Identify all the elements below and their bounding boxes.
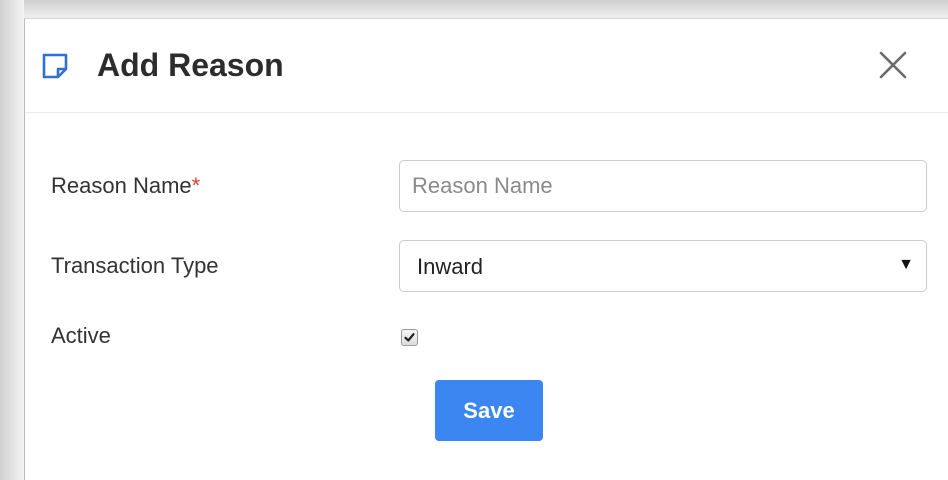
add-reason-modal: Add Reason Reason Name* Transaction Type… [24, 18, 948, 480]
modal-title: Add Reason [97, 47, 284, 83]
caret-down-icon: ▼ [898, 256, 914, 273]
transaction-type-label: Transaction Type [51, 253, 219, 278]
note-icon [41, 52, 71, 80]
modal-header: Add Reason [25, 19, 948, 113]
checkmark-icon [404, 333, 415, 342]
active-label: Active [51, 323, 111, 348]
modal-shadow-left [0, 0, 24, 480]
reason-name-label: Reason Name* [51, 172, 200, 200]
transaction-type-selected: Inward [417, 254, 484, 279]
required-mark: * [191, 173, 201, 198]
close-icon[interactable] [877, 49, 909, 81]
reason-name-input[interactable] [399, 160, 927, 212]
reason-name-label-text: Reason Name [51, 173, 192, 198]
save-button[interactable]: Save [435, 380, 543, 441]
active-checkbox[interactable] [401, 329, 418, 346]
transaction-type-select[interactable]: Inward ▼ [399, 240, 927, 292]
